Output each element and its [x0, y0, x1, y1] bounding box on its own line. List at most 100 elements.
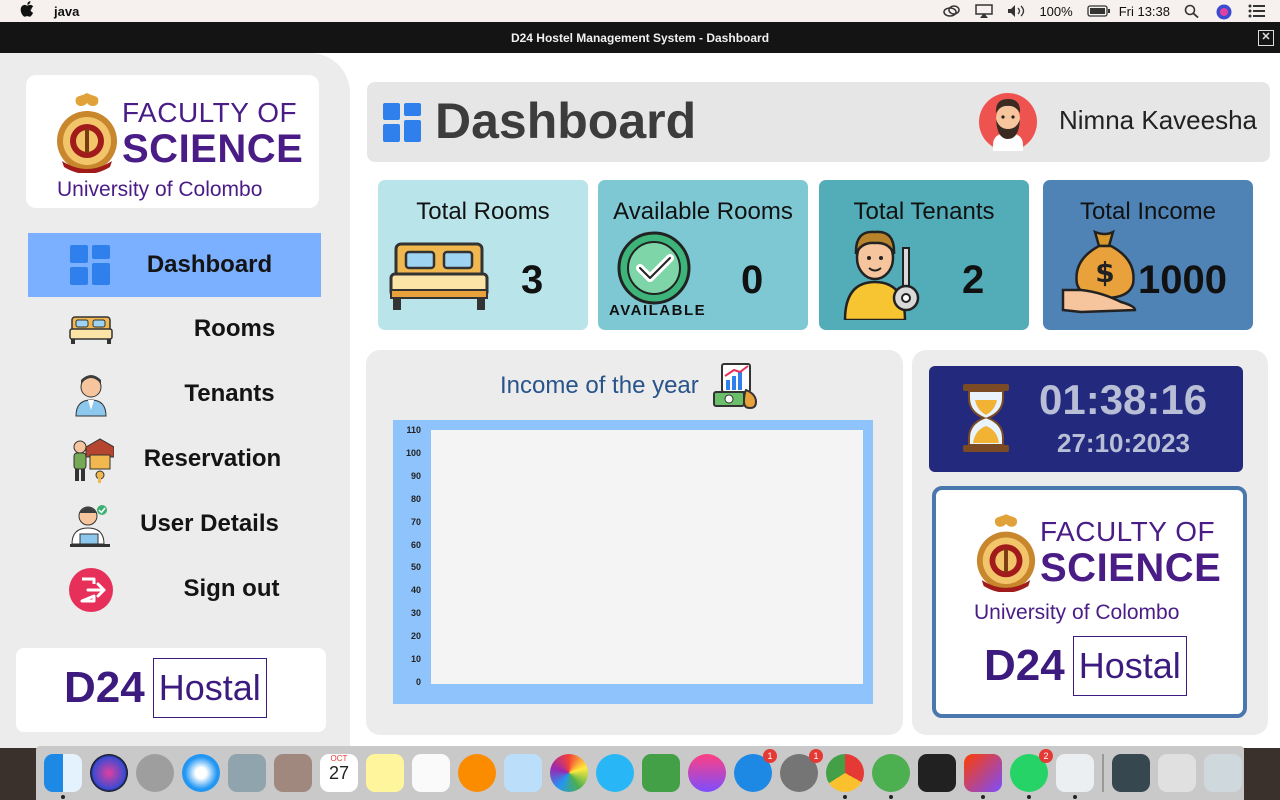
photos-icon[interactable] [550, 754, 588, 792]
chrome-icon[interactable] [826, 754, 864, 799]
dock-divider [1102, 754, 1104, 792]
chart-y-tick-label: 70 [410, 516, 421, 527]
chart-y-tick-label: 10 [410, 654, 421, 665]
dock: OCT 27 1 1 2 [36, 746, 1244, 800]
tenant-key-icon [843, 230, 920, 320]
stat-card-total-rooms: Total Rooms 3 [378, 180, 588, 330]
volume-icon[interactable] [1007, 4, 1025, 18]
menu-bar: java 100% Fri 13:38 [0, 0, 1280, 22]
terminal-icon[interactable] [918, 754, 956, 792]
sidebar-item-reservation[interactable]: Reservation [28, 427, 321, 492]
chart-y-tick-label: 50 [410, 562, 421, 573]
siri-icon[interactable] [1216, 4, 1234, 20]
chart-y-tick-label: 0 [415, 677, 421, 687]
page-header: Dashboard Nimna Kaveesha [367, 82, 1270, 162]
utorrent-icon[interactable] [872, 754, 910, 799]
app-store-icon[interactable]: 1 [734, 749, 777, 792]
app-name[interactable]: java [54, 4, 79, 19]
music-icon[interactable] [688, 754, 726, 792]
faculty-logo-card-right: FACULTY OF SCIENCE University of Colombo… [932, 486, 1247, 718]
available-check-icon [617, 231, 691, 305]
whatsapp-icon[interactable]: 2 [1010, 749, 1053, 799]
calendar-icon[interactable]: OCT 27 [320, 754, 358, 792]
recent-window-thumbnail[interactable] [1112, 754, 1150, 792]
reminders-icon[interactable] [412, 754, 450, 792]
downloads-stack-icon[interactable] [1158, 754, 1196, 792]
sidebar-item-label: User Details [140, 510, 279, 537]
messages-icon[interactable] [596, 754, 634, 792]
java-app-icon[interactable] [1056, 754, 1094, 799]
stat-card-total-income: Total Income $ 1000 [1043, 180, 1253, 330]
avatar[interactable] [979, 93, 1037, 151]
window-title: D24 Hostel Management System - Dashboard [510, 30, 770, 45]
faculty-logo-card: FACULTY OF SCIENCE University of Colombo [26, 75, 319, 208]
clock-logo-panel: 01:38:16 27:10:2023 FACULTY OF SCIENCE U… [912, 350, 1268, 735]
income-chart: 110 100 90 80 70 60 50 40 30 20 10 0 [393, 420, 873, 704]
trash-icon[interactable] [1204, 754, 1242, 792]
stat-label: Total Tenants [853, 198, 995, 225]
spotlight-search-icon[interactable] [1184, 4, 1202, 19]
svg-text:$: $ [1095, 256, 1114, 289]
intellij-icon[interactable] [964, 754, 1002, 799]
sidebar-item-label: Sign out [183, 575, 280, 602]
sidebar-item-user-details[interactable]: User Details [28, 492, 321, 557]
photo-booth-icon[interactable] [504, 754, 542, 792]
notification-center-icon[interactable] [1248, 4, 1266, 18]
logo-line-1: FACULTY OF [122, 97, 298, 128]
window-close-button[interactable]: ✕ [1258, 30, 1274, 46]
sidebar-item-label: Reservation [143, 445, 282, 472]
dashboard-icon [383, 103, 421, 142]
brand-card: D24 Hostal [16, 648, 326, 732]
clock-date: 27:10:2023 [1057, 428, 1190, 458]
stat-value: 0 [741, 258, 764, 302]
finder-icon[interactable] [44, 754, 82, 799]
stat-value: 2 [962, 258, 985, 302]
chart-y-tick-label: 110 [406, 425, 421, 435]
sidebar-item-sign-out[interactable]: Sign out [28, 557, 321, 622]
sidebar-item-rooms[interactable]: Rooms [28, 297, 321, 362]
facetime-icon[interactable] [642, 754, 680, 792]
window-title-bar: D24 Hostel Management System - Dashboard… [0, 22, 1280, 53]
brand-word: Hostal [1072, 636, 1187, 696]
clock-time: 01:38:16 [1039, 376, 1208, 423]
income-chart-icon [713, 363, 758, 410]
airplay-icon[interactable] [975, 4, 994, 18]
sidebar-item-label: Tenants [184, 380, 275, 407]
chart-plot-area [431, 430, 863, 684]
brand-word: Hostal [152, 658, 267, 718]
chart-y-tick-label: 40 [410, 585, 421, 596]
menubar-clock[interactable]: Fri 13:38 [1119, 4, 1170, 19]
preview-icon[interactable] [228, 754, 266, 792]
brand-number: D24 [64, 663, 145, 712]
notification-badge: 2 [1039, 749, 1053, 763]
sidebar-item-label: Rooms [193, 315, 276, 342]
sidebar-item-tenants[interactable]: Tenants [28, 362, 321, 427]
money-bag-icon: $ [1061, 230, 1137, 314]
app-content: FACULTY OF SCIENCE University of Colombo… [0, 53, 1280, 748]
creative-cloud-icon[interactable] [943, 4, 961, 18]
apple-menu-icon[interactable] [20, 1, 36, 21]
logo-line-2: SCIENCE [1040, 546, 1222, 590]
stat-value: 3 [521, 258, 544, 302]
contacts-icon[interactable] [274, 754, 312, 792]
chart-y-tick-label: 100 [405, 447, 421, 458]
safari-icon[interactable] [182, 754, 220, 792]
sidebar-item-dashboard[interactable]: Dashboard [28, 233, 321, 297]
hourglass-icon [963, 384, 1009, 452]
system-preferences-icon[interactable]: 1 [780, 749, 823, 792]
books-icon[interactable] [458, 754, 496, 792]
launchpad-icon[interactable] [136, 754, 174, 792]
calendar-month: OCT [330, 754, 348, 763]
sidebar: FACULTY OF SCIENCE University of Colombo… [0, 53, 350, 748]
university-crest-icon [57, 93, 117, 173]
chart-y-tick-label: 80 [410, 493, 421, 504]
chart-y-tick-label: 30 [410, 608, 421, 619]
available-icon-caption: AVAILABLE [609, 302, 707, 319]
siri-dock-icon[interactable] [90, 754, 128, 792]
battery-icon[interactable] [1087, 4, 1110, 18]
notification-badge: 1 [763, 749, 777, 763]
stat-label: Total Income [1079, 198, 1217, 225]
user-name[interactable]: Nimna Kaveesha [1059, 105, 1257, 136]
logo-line-1: FACULTY OF [1040, 516, 1216, 547]
notes-icon[interactable] [366, 754, 404, 792]
